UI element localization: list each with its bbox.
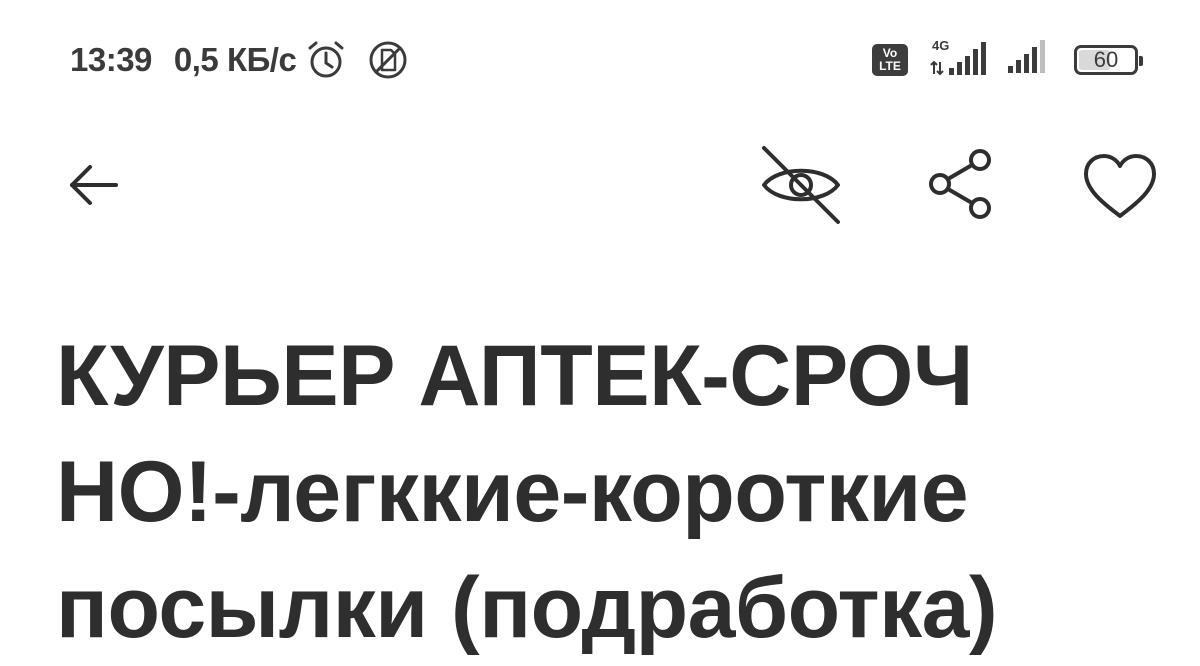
network-speed: 0,5 КБ/с [173,41,297,78]
share-icon [929,149,991,219]
page-title: КУРЬЕР АПТЕК-СРОЧ НО!-легккие-короткие п… [56,318,1116,666]
alarm-clock-icon [304,38,348,82]
hide-button[interactable] [756,140,846,230]
signal-bars-icon [1006,36,1054,85]
heart-icon [1084,154,1156,218]
status-bar: 13:39 0,5 КБ/с Vo LTE 4G 60 [0,0,1200,120]
hide-eye-icon [762,146,840,224]
signal-bars-icon [930,42,986,76]
back-button[interactable] [60,155,124,219]
network-signal-1: 4G [930,38,992,82]
toolbar [0,130,1200,240]
title-line-2: НО!-легккие-короткие [56,444,969,540]
battery-label: 60 [1093,47,1119,72]
volte-bottom: LTE [879,59,901,73]
status-right: Vo LTE 4G 60 [872,36,1143,85]
title-line-1: КУРЬЕР АПТЕК-СРОЧ [56,328,973,424]
title-line-3: посылки (подработка) [56,560,998,656]
battery-indicator: 60 [1074,45,1143,75]
volte-badge: Vo LTE [872,44,908,76]
status-time: 13:39 [70,41,152,78]
favorite-button[interactable] [1080,152,1160,222]
share-button[interactable] [924,146,1000,222]
status-left: 13:39 0,5 КБ/с [70,38,410,82]
no-sim-icon [366,38,410,82]
back-arrow-icon [70,165,118,205]
